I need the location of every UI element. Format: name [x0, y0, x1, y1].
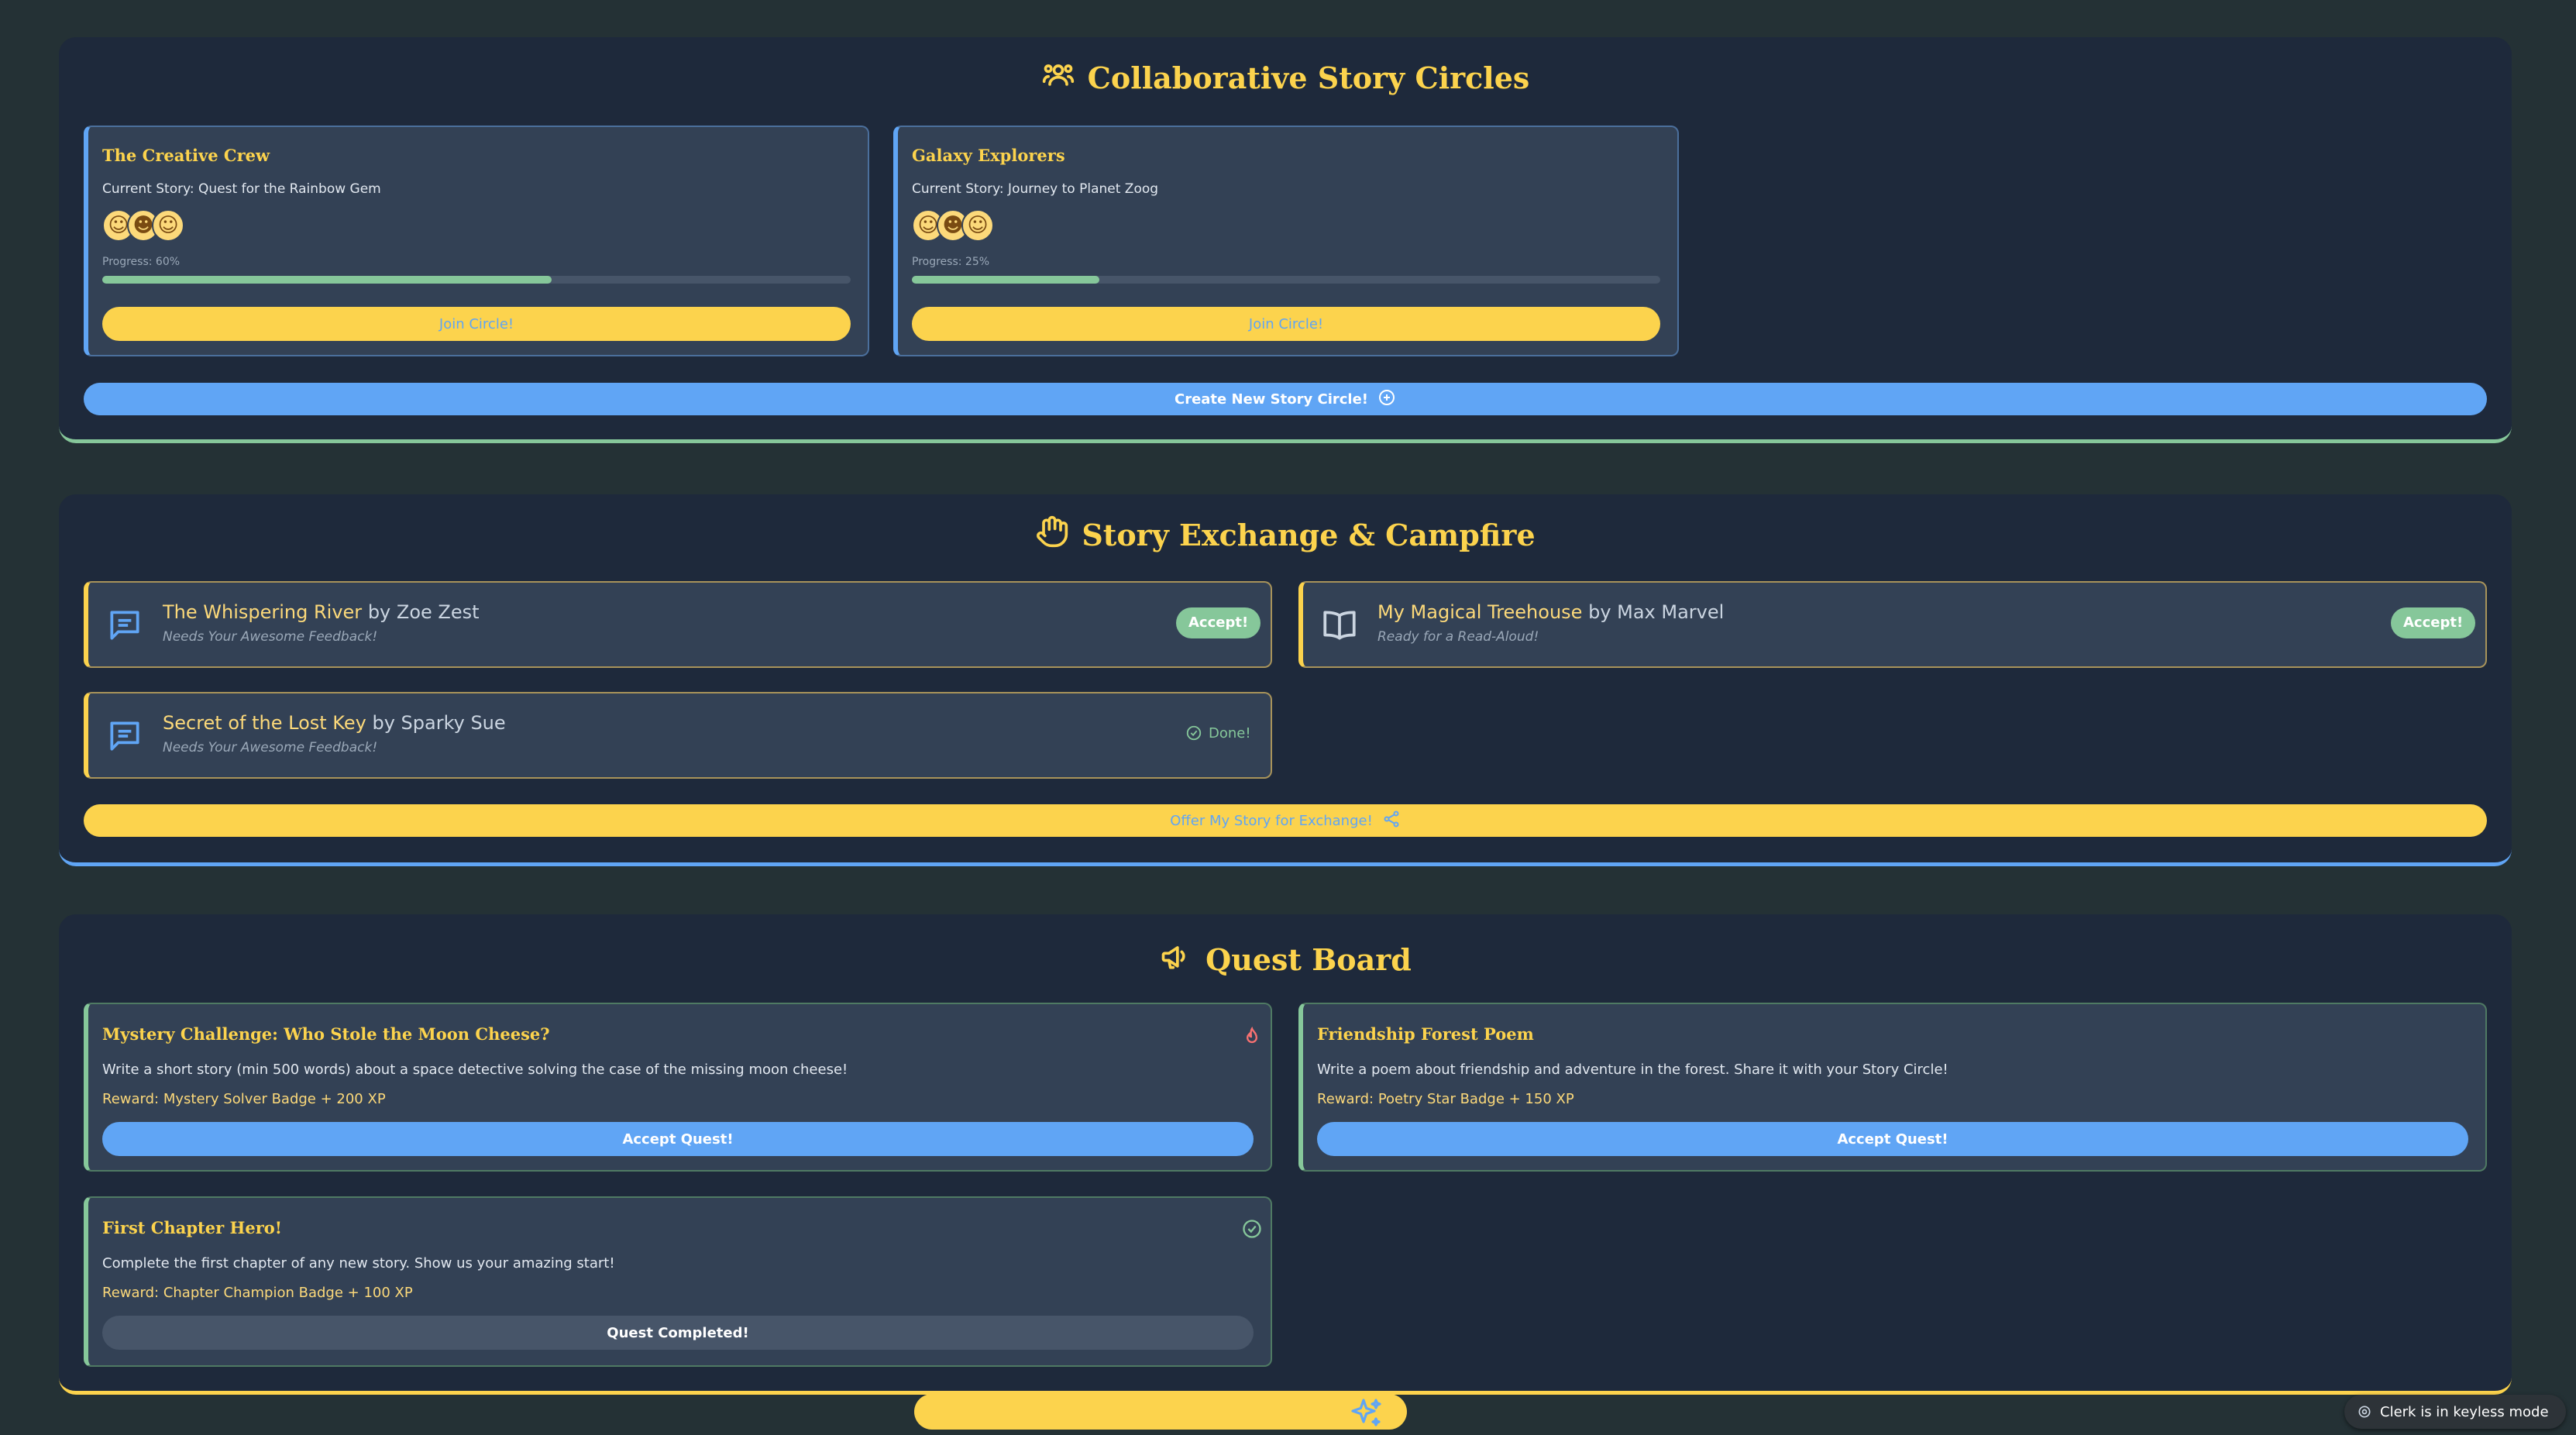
offer-story-label: Offer My Story for Exchange!	[1170, 812, 1373, 829]
story-subtitle: Needs Your Awesome Feedback!	[163, 740, 378, 755]
quest-board-panel: Quest Board Mystery Challenge: Who Stole…	[59, 914, 2512, 1395]
story-heading: My Magical Treehouse by Max Marvel	[1377, 601, 1724, 623]
join-circle-button[interactable]: Join Circle!	[912, 307, 1660, 341]
story-heading: Secret of the Lost Key by Sparky Sue	[163, 712, 506, 734]
quest-title: Mystery Challenge: Who Stole the Moon Ch…	[102, 1024, 550, 1044]
megaphone-icon	[1159, 939, 1193, 980]
circle-name: Galaxy Explorers	[912, 146, 1065, 165]
member-avatars: ☺ ☻ ☺	[102, 209, 184, 242]
hand-icon	[1035, 514, 1069, 556]
circle-card-galaxy-explorers: Galaxy Explorers Current Story: Journey …	[893, 126, 1679, 356]
story-item-magical-treehouse[interactable]: My Magical Treehouse by Max Marvel Ready…	[1298, 581, 2487, 668]
accept-quest-button[interactable]: Accept Quest!	[102, 1122, 1254, 1156]
page: Collaborative Story Circles The Creative…	[0, 0, 2576, 1435]
avatar: ☺	[961, 209, 994, 242]
quest-board-title: Quest Board	[1205, 942, 1412, 977]
story-author: by Max Marvel	[1588, 601, 1725, 623]
quest-description: Write a short story (min 500 words) abou…	[102, 1062, 848, 1078]
plus-circle-icon	[1377, 388, 1396, 411]
book-icon	[1323, 611, 1356, 640]
progress-bar	[912, 276, 1660, 284]
progress-fill	[912, 276, 1099, 284]
flame-icon	[1246, 1026, 1258, 1044]
create-story-circle-label: Create New Story Circle!	[1174, 391, 1368, 408]
story-author: by Zoe Zest	[367, 601, 480, 623]
quest-reward: Reward: Poetry Star Badge + 150 XP	[1317, 1091, 1574, 1107]
quest-description: Write a poem about friendship and advent…	[1317, 1062, 1948, 1078]
story-circles-heading: Collaborative Story Circles	[59, 57, 2512, 98]
story-title: My Magical Treehouse	[1377, 601, 1583, 623]
progress-label: Progress: 25%	[912, 256, 990, 268]
quest-title: Friendship Forest Poem	[1317, 1024, 1534, 1044]
circle-name: The Creative Crew	[102, 146, 270, 165]
story-subtitle: Needs Your Awesome Feedback!	[163, 629, 378, 645]
check-circle-icon	[1186, 725, 1202, 741]
join-circle-button[interactable]: Join Circle!	[102, 307, 851, 341]
story-heading: The Whispering River by Zoe Zest	[163, 601, 480, 623]
quest-card-moon-cheese: Mystery Challenge: Who Stole the Moon Ch…	[84, 1003, 1272, 1172]
accept-button[interactable]: Accept!	[1176, 607, 1261, 638]
quest-card-friendship-poem: Friendship Forest Poem Write a poem abou…	[1298, 1003, 2487, 1172]
story-title: Secret of the Lost Key	[163, 712, 366, 734]
quest-title: First Chapter Hero!	[102, 1218, 282, 1237]
quest-completed-button: Quest Completed!	[102, 1316, 1254, 1350]
member-avatars: ☺ ☻ ☺	[912, 209, 994, 242]
offer-story-button[interactable]: Offer My Story for Exchange!	[84, 804, 2487, 837]
quest-card-first-chapter: First Chapter Hero! Complete the first c…	[84, 1196, 1272, 1367]
keyless-label: Clerk is in keyless mode	[2380, 1403, 2549, 1420]
avatar: ☺	[152, 209, 184, 242]
story-title: The Whispering River	[163, 601, 363, 623]
accept-button[interactable]: Accept!	[2391, 607, 2476, 638]
story-subtitle: Ready for a Read-Aloud!	[1377, 629, 1539, 645]
circle-card-creative-crew: The Creative Crew Current Story: Quest f…	[84, 126, 869, 356]
quest-reward: Reward: Chapter Champion Badge + 100 XP	[102, 1285, 413, 1301]
message-icon	[110, 721, 139, 751]
story-item-whispering-river[interactable]: The Whispering River by Zoe Zest Needs Y…	[84, 581, 1272, 668]
create-story-circle-button[interactable]: Create New Story Circle!	[84, 383, 2487, 415]
story-author: by Sparky Sue	[372, 712, 506, 734]
share-icon	[1382, 810, 1401, 832]
message-icon	[110, 611, 139, 640]
story-circles-title: Collaborative Story Circles	[1087, 60, 1530, 95]
story-circles-panel: Collaborative Story Circles The Creative…	[59, 37, 2512, 443]
quest-reward: Reward: Mystery Solver Badge + 200 XP	[102, 1091, 386, 1107]
clerk-logo-icon	[2358, 1406, 2371, 1418]
sparkle-action-button[interactable]	[914, 1394, 1407, 1430]
progress-bar	[102, 276, 851, 284]
check-circle-icon	[1243, 1220, 1261, 1238]
quest-description: Complete the first chapter of any new st…	[102, 1255, 615, 1272]
done-label: Done!	[1209, 724, 1251, 742]
story-exchange-panel: Story Exchange & Campfire The Whispering…	[59, 494, 2512, 866]
progress-label: Progress: 60%	[102, 256, 181, 268]
done-status: Done!	[1185, 724, 1251, 742]
accept-quest-button[interactable]: Accept Quest!	[1317, 1122, 2468, 1156]
story-exchange-heading: Story Exchange & Campfire	[59, 514, 2512, 556]
quest-board-heading: Quest Board	[59, 939, 2512, 980]
story-exchange-title: Story Exchange & Campfire	[1082, 518, 1536, 552]
circle-current-story: Current Story: Quest for the Rainbow Gem	[102, 181, 381, 197]
sparkles-icon	[1351, 1399, 1381, 1426]
progress-fill	[102, 276, 552, 284]
story-item-lost-key[interactable]: Secret of the Lost Key by Sparky Sue Nee…	[84, 692, 1272, 779]
users-icon	[1041, 57, 1075, 98]
circle-current-story: Current Story: Journey to Planet Zoog	[912, 181, 1159, 197]
clerk-keyless-badge[interactable]: Clerk is in keyless mode	[2344, 1395, 2566, 1429]
